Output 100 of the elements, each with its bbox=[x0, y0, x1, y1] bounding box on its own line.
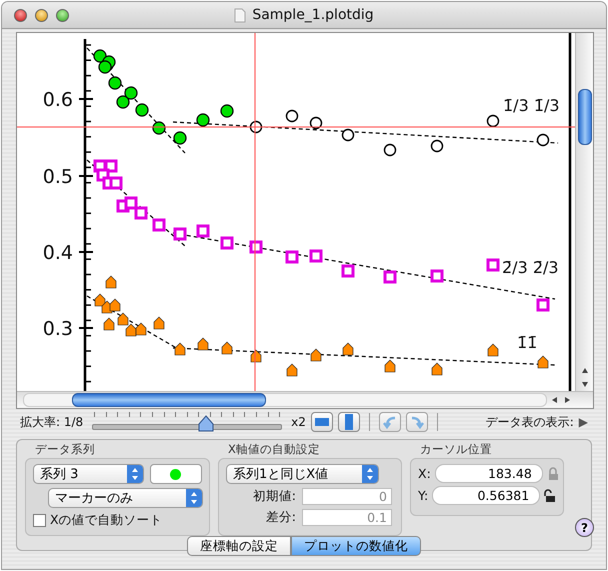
field-label: X: bbox=[418, 466, 431, 481]
axis-tick-label: 0.3 bbox=[42, 318, 73, 340]
stepper-icon bbox=[126, 465, 143, 483]
data-marker bbox=[124, 196, 138, 210]
data-marker bbox=[94, 294, 106, 306]
field-label: 初期値: bbox=[252, 488, 296, 505]
data-marker bbox=[286, 250, 298, 264]
data-marker bbox=[116, 95, 130, 109]
data-marker bbox=[538, 356, 548, 368]
data-marker bbox=[104, 160, 118, 172]
window-title: Sample_1.plotdig bbox=[252, 7, 374, 23]
tall-rectangle-icon bbox=[344, 414, 354, 430]
data-marker bbox=[384, 270, 396, 284]
data-marker bbox=[173, 131, 187, 145]
group-title: カーソル位置 bbox=[419, 442, 493, 458]
field-label: Y: bbox=[418, 488, 428, 503]
data-marker bbox=[124, 86, 138, 100]
auto-sort-checkbox[interactable]: Xの値で自動ソート bbox=[33, 512, 163, 529]
group-title: X軸値の自動設定 bbox=[227, 442, 321, 458]
data-marker bbox=[134, 206, 148, 220]
data-marker bbox=[152, 218, 166, 232]
scroll-right-icon[interactable] bbox=[563, 396, 571, 404]
tab[interactable]: 座標軸の設定 bbox=[187, 536, 291, 556]
data-marker bbox=[310, 348, 322, 362]
close-button[interactable] bbox=[14, 8, 27, 22]
horizontal-scrollbar[interactable] bbox=[17, 391, 593, 408]
data-marker bbox=[486, 114, 500, 128]
data-marker bbox=[196, 224, 210, 238]
tab[interactable]: プロットの数値化 bbox=[291, 536, 421, 556]
data-marker bbox=[384, 144, 396, 156]
redo-icon bbox=[410, 415, 424, 429]
field-label: 差分: bbox=[264, 509, 296, 526]
data-marker bbox=[174, 228, 186, 240]
data-marker bbox=[310, 116, 322, 130]
unlock-icon[interactable] bbox=[544, 488, 556, 502]
data-marker bbox=[220, 236, 234, 250]
data-marker bbox=[250, 240, 262, 254]
scroll-down-icon[interactable] bbox=[580, 380, 588, 388]
data-marker bbox=[220, 104, 234, 118]
data-marker bbox=[286, 110, 298, 122]
undo-icon bbox=[382, 415, 397, 429]
data-marker bbox=[118, 312, 128, 326]
data-marker bbox=[310, 250, 322, 262]
data-marker bbox=[104, 318, 114, 330]
horizontal-fit-button[interactable] bbox=[310, 412, 333, 432]
data-table-toggle[interactable]: ▶ bbox=[578, 415, 588, 429]
scroll-thumb[interactable] bbox=[578, 89, 592, 145]
input-field[interactable]: 0.56381 bbox=[432, 486, 540, 505]
group-title: データ系列 bbox=[34, 442, 96, 458]
stepper-icon bbox=[186, 489, 202, 507]
data-marker bbox=[152, 121, 166, 135]
data-marker bbox=[250, 120, 262, 134]
data-marker bbox=[98, 60, 112, 74]
data-marker bbox=[198, 338, 208, 350]
data-marker bbox=[110, 298, 120, 312]
data-marker bbox=[536, 134, 550, 146]
data-marker bbox=[126, 324, 136, 336]
data-marker bbox=[488, 344, 498, 356]
data-marker bbox=[94, 160, 106, 172]
data-table-label: データ表の表示: bbox=[486, 414, 574, 430]
data-marker bbox=[486, 258, 500, 272]
minimize-button[interactable] bbox=[35, 8, 48, 22]
scroll-thumb[interactable] bbox=[72, 393, 266, 407]
help-button[interactable]: ? bbox=[575, 518, 594, 537]
data-marker bbox=[384, 360, 396, 372]
undo-button[interactable] bbox=[378, 412, 401, 432]
data-marker bbox=[174, 342, 186, 356]
data-marker bbox=[106, 276, 116, 288]
zoom-slider[interactable] bbox=[92, 412, 282, 432]
scroll-up-icon[interactable] bbox=[580, 367, 588, 375]
axis-tick-label: 0.4 bbox=[42, 242, 73, 264]
color-well[interactable] bbox=[150, 464, 202, 484]
zoom-label: 拡大率: 1/8 bbox=[20, 414, 84, 430]
redo-button[interactable] bbox=[406, 412, 428, 432]
data-marker bbox=[342, 264, 354, 278]
data-marker bbox=[430, 270, 444, 282]
scroll-left-icon[interactable] bbox=[551, 396, 559, 404]
data-marker bbox=[286, 364, 298, 376]
data-marker bbox=[432, 362, 442, 376]
data-marker bbox=[342, 128, 354, 142]
data-marker bbox=[110, 176, 122, 190]
wide-rectangle-icon bbox=[314, 417, 329, 427]
marker-select[interactable]: マーカーのみ bbox=[48, 488, 203, 508]
input-field[interactable]: 183.48 bbox=[434, 464, 543, 483]
slider-thumb[interactable] bbox=[198, 415, 214, 433]
zoom-button[interactable] bbox=[56, 8, 69, 22]
data-marker bbox=[154, 316, 164, 330]
data-marker bbox=[222, 342, 232, 354]
data-marker bbox=[250, 350, 262, 362]
vertical-scrollbar[interactable] bbox=[575, 33, 593, 391]
x-mode-select[interactable]: 系列1と同じX値 bbox=[226, 464, 379, 484]
data-marker bbox=[196, 113, 210, 127]
axis-tick-label: 0.6 bbox=[42, 89, 73, 111]
data-marker bbox=[536, 298, 550, 312]
series-select[interactable]: 系列 3 bbox=[33, 464, 144, 484]
curve-label: 2̄/3 2̄/3 bbox=[502, 258, 559, 277]
data-marker bbox=[96, 168, 110, 182]
axis-tick-label: 0.5 bbox=[42, 166, 73, 188]
data-marker bbox=[135, 103, 149, 117]
vertical-fit-button[interactable] bbox=[338, 412, 360, 432]
